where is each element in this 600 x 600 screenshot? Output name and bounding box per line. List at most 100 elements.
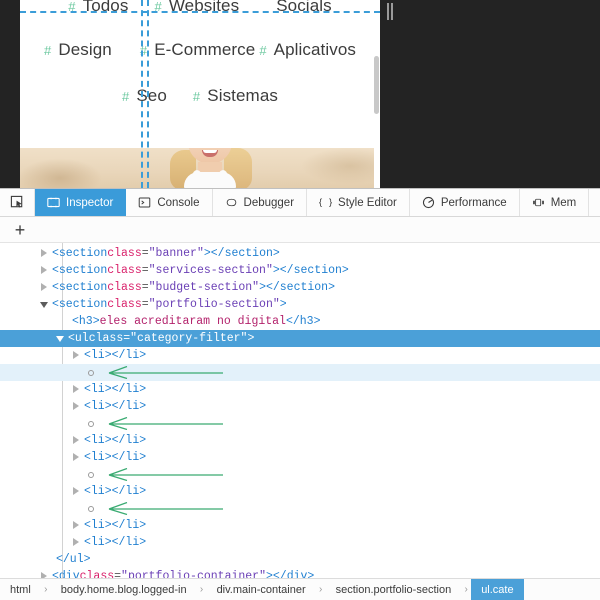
page-scrollbar-thumb[interactable] [374,56,379,114]
dom-node-row[interactable] [0,364,600,381]
chevron-right-icon[interactable] [72,487,81,496]
tab-console[interactable]: Console [126,189,213,216]
dom-close-tag: </li> [111,434,147,447]
dom-angle-close: > [104,519,112,532]
dom-node-row[interactable]: < h3 > eles acreditaram no digital </h3> [0,313,600,330]
breadcrumb-item[interactable]: html [0,579,41,600]
dom-angle-close: > [104,434,112,447]
dom-tag-name: li [90,434,105,447]
dom-tag-name: li [90,519,105,532]
category-item-aplicativos[interactable]: # Aplicativos [259,40,356,60]
chevron-right-icon[interactable] [72,538,81,547]
devtools-toolbar: Inspector Console Debugger { } Style Editor P… [0,189,600,217]
breadcrumb-separator-icon: › [199,584,204,595]
annotation-arrow [105,416,225,431]
dom-node-row[interactable]: < section class = "portfolio-section" > [0,296,600,313]
dom-angle-close: > [92,315,100,328]
breadcrumb-item[interactable]: section.portfolio-section [326,579,462,600]
tab-mem[interactable]: Mem [520,189,590,216]
category-item-ecommerce[interactable]: # E-Commerce [140,40,255,60]
dom-node-row[interactable] [0,500,600,517]
dom-node-row[interactable]: < li > </li> [0,432,600,449]
breadcrumb-item[interactable]: ul.cate [471,579,524,600]
browser-viewport: # Todos # Websites Socials # Design # E-… [0,0,600,188]
dom-node-row[interactable]: < section class = "banner" > </section> [0,245,600,262]
dom-node-row[interactable]: < section class = "budget-section" > </sectio… [0,279,600,296]
hash-icon: # [192,89,201,104]
console-icon [138,196,151,209]
dom-node-row[interactable]: < li > </li> [0,483,600,500]
breadcrumb-separator-icon: › [44,584,48,595]
dom-angle-open: < [84,349,91,362]
chevron-right-icon[interactable] [72,521,81,530]
dom-tag-name: li [90,485,105,498]
dom-angle-close: > [104,451,112,464]
whitespace-node-marker [88,471,94,478]
dom-node-row[interactable]: < li > </li> [0,398,600,415]
category-item-socials[interactable]: Socials [269,0,332,16]
tab-performance[interactable]: Performance [410,189,520,216]
tab-debugger[interactable]: Debugger [213,189,308,216]
dom-node-row[interactable]: </ul> [0,551,600,568]
add-rule-button[interactable]: + [8,219,32,241]
dom-angle-open: < [84,536,91,549]
viewport-resize-handle[interactable] [387,3,394,20]
dom-node-row[interactable]: < section class = "services-section" > </sect… [0,262,600,279]
category-label: Design [58,40,112,59]
dom-close-tag: </li> [111,383,147,396]
hash-icon: # [139,43,148,58]
dom-angle-close: > [272,264,280,277]
category-item-seo[interactable]: # Seo [122,86,167,106]
chevron-right-icon[interactable] [40,266,49,275]
dom-angle-open: < [84,434,91,447]
chevron-right-icon[interactable] [72,436,81,445]
dom-tag-name: li [90,383,105,396]
tab-style-editor[interactable]: { } Style Editor [307,189,410,216]
chevron-right-icon[interactable] [72,351,81,360]
category-item-sistemas[interactable]: # Sistemas [193,86,278,106]
tab-inspector[interactable]: Inspector [34,189,127,216]
chevron-right-icon[interactable] [72,402,81,411]
dom-attr-name: class [88,332,124,345]
category-label: E-Commerce [154,40,256,59]
page-frame[interactable]: # Todos # Websites Socials # Design # E-… [20,0,380,188]
category-item-todos[interactable]: # Todos [68,0,128,16]
dom-attr-value: "banner" [148,247,204,260]
dom-node-row[interactable] [0,415,600,432]
dom-node-row[interactable]: < li > </li> [0,534,600,551]
dom-close-tag: </li> [111,451,147,464]
devtools-subbar: + [0,217,600,243]
category-label: Aplicativos [273,40,357,59]
annotation-arrow [105,365,225,380]
breadcrumb-item[interactable]: body.home.blog.logged-in [51,579,197,600]
dom-attr-name: class [107,281,142,294]
whitespace-node-marker [88,369,94,376]
dom-attr-value: "category-filter" [130,332,248,345]
chevron-right-icon[interactable] [72,453,81,462]
chevron-down-icon[interactable] [56,334,65,343]
chevron-right-icon[interactable] [72,385,81,394]
annotation-arrow [105,467,225,482]
dom-node-row[interactable] [0,466,600,483]
dom-angle-open: < [52,247,59,260]
dom-tree[interactable]: < section class = "banner" > </section> < secti… [0,243,600,581]
category-item-websites[interactable]: # Websites [154,0,239,16]
dom-node-row[interactable]: < li > </li> [0,517,600,534]
category-item-design[interactable]: # Design [44,40,112,60]
page-scrollbar[interactable] [374,0,380,188]
chevron-right-icon[interactable] [40,283,49,292]
category-row: # Design # E-Commerce # Aplicativos [20,26,380,74]
chevron-down-icon[interactable] [40,300,49,309]
dom-node-row[interactable]: < ul class = "category-filter" > [0,330,600,347]
dom-node-row[interactable]: < li > </li> [0,347,600,364]
dom-angle-close: > [259,281,266,294]
dom-tag-name: section [58,298,108,311]
chevron-right-icon[interactable] [40,249,49,258]
element-picker-button[interactable] [0,189,34,216]
tab-label: Inspector [66,196,114,209]
dom-node-row[interactable]: < li > </li> [0,449,600,466]
dom-angle-open: < [52,298,59,311]
performance-icon [422,196,435,209]
breadcrumb-item[interactable]: div.main-container [207,579,316,600]
dom-node-row[interactable]: < li > </li> [0,381,600,398]
